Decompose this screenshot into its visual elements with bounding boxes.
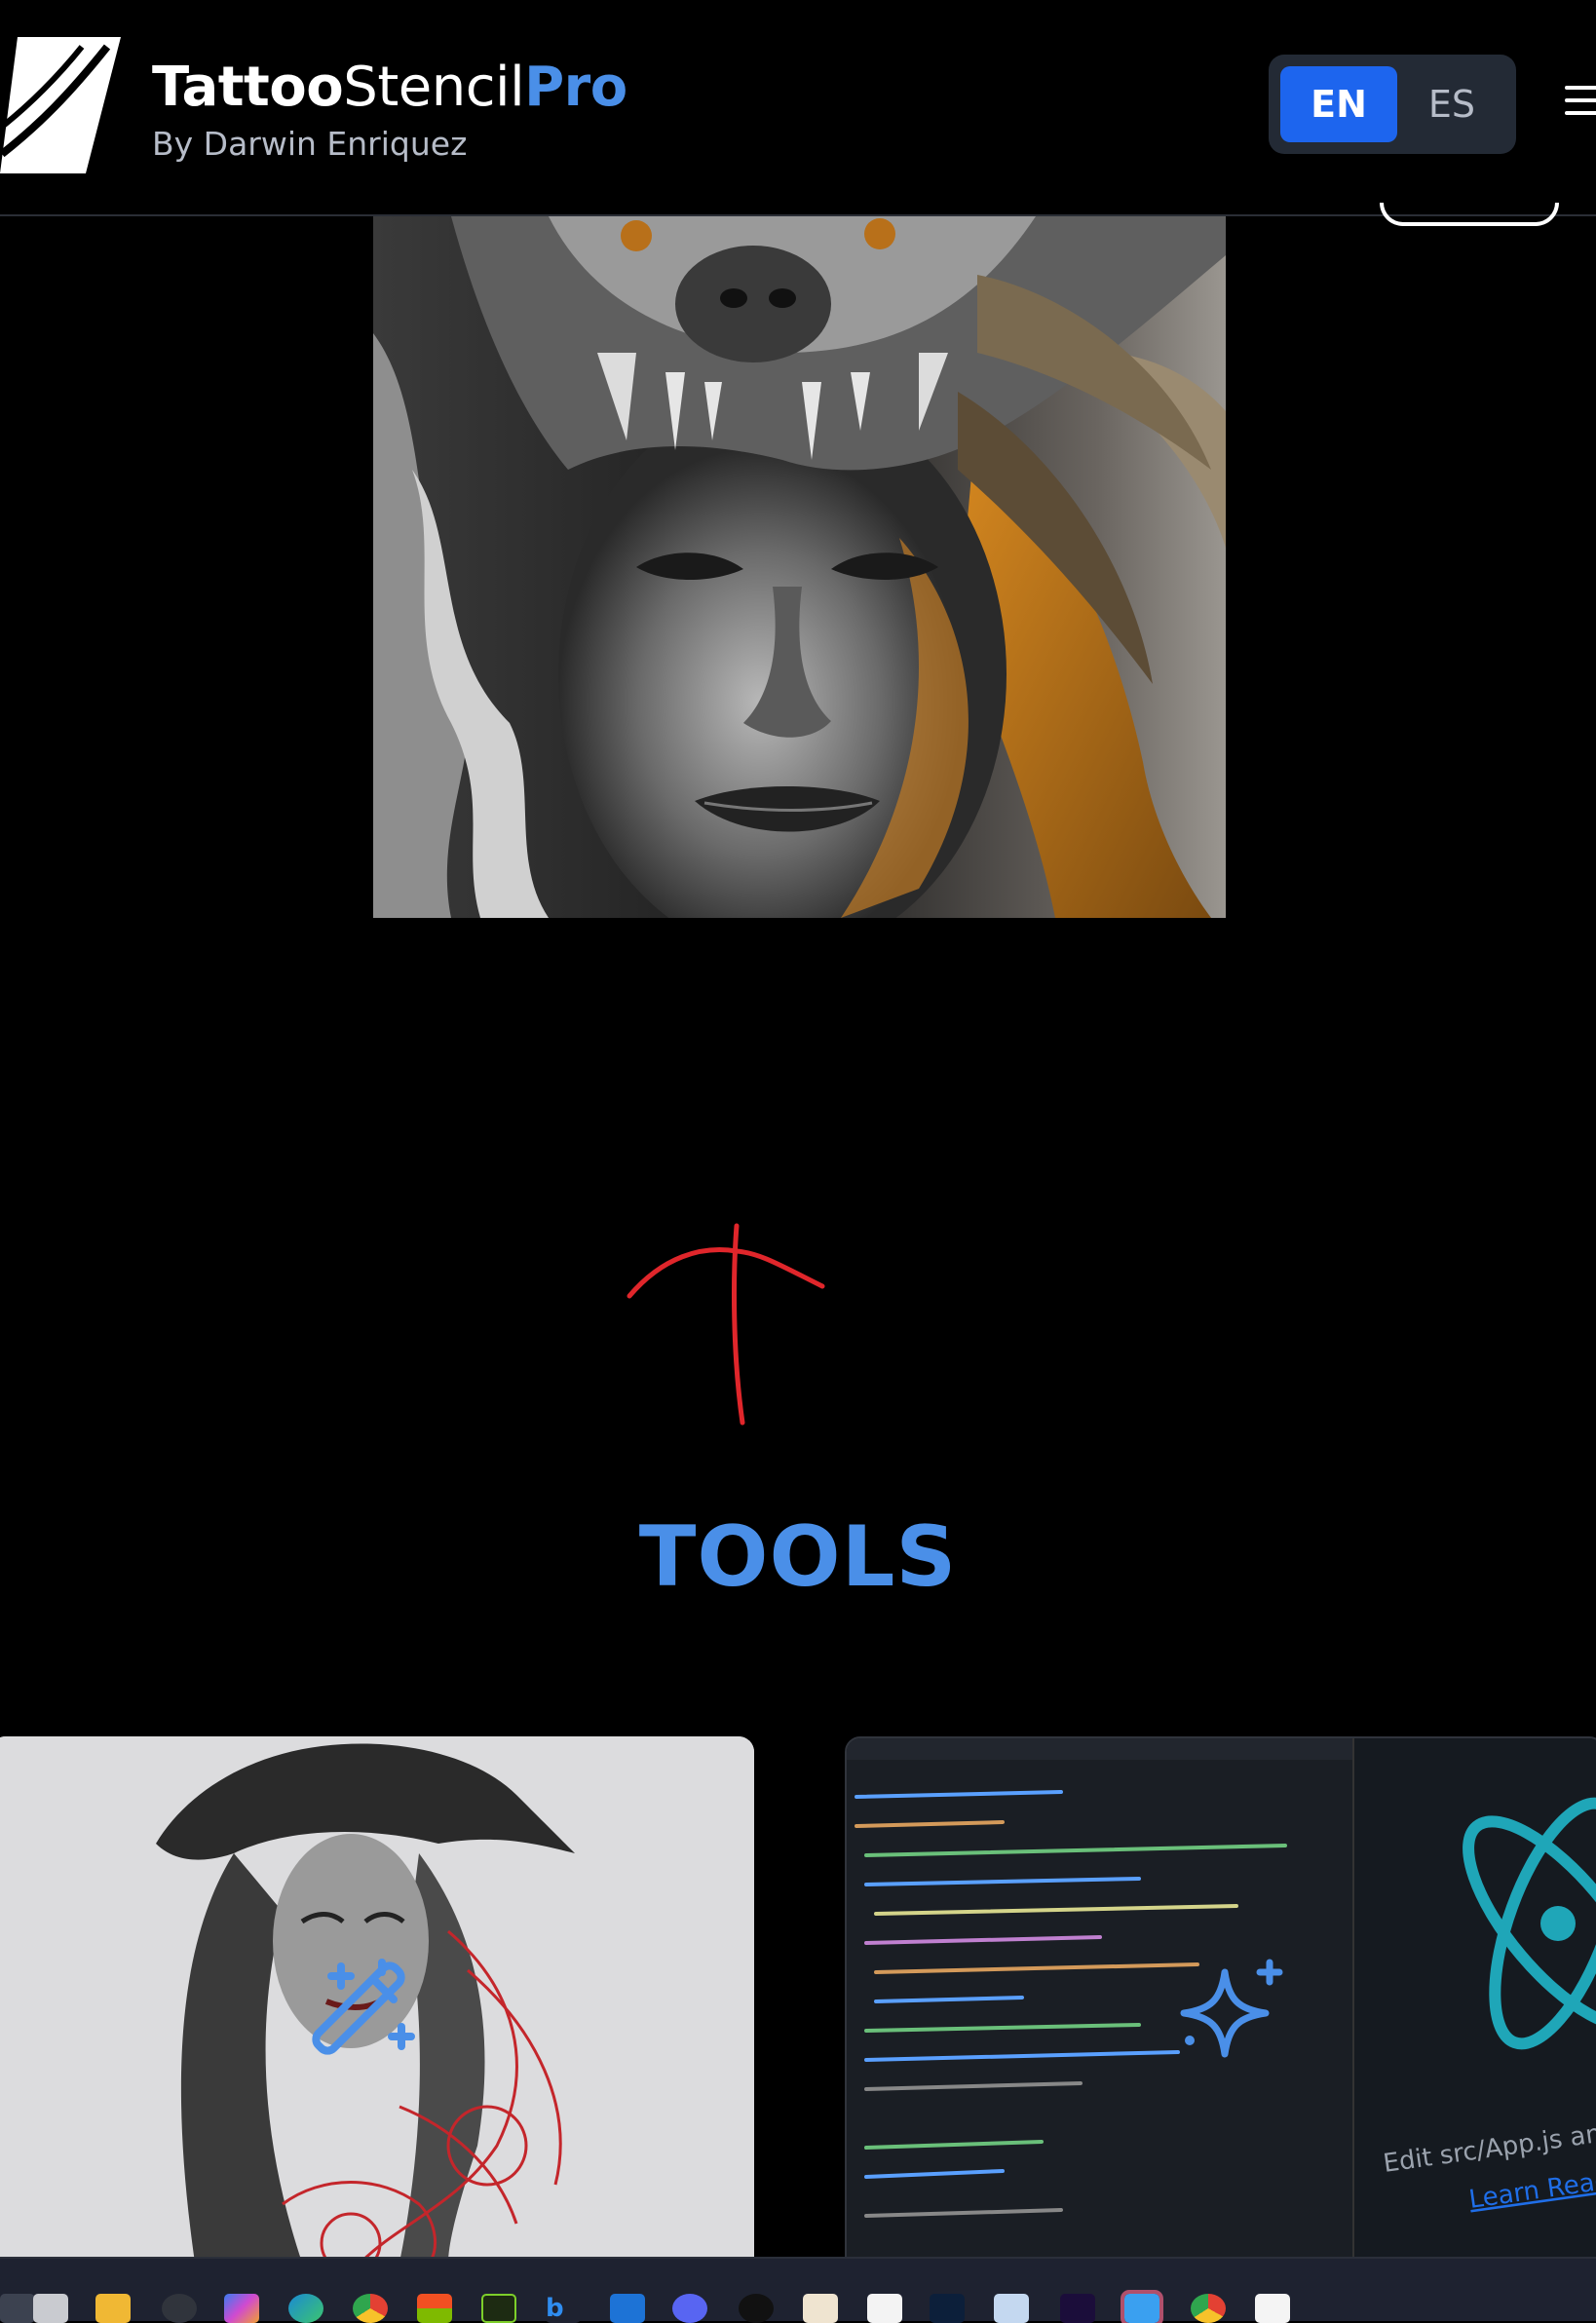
os-taskbar: b xyxy=(0,2257,1596,2323)
app-last-icon[interactable] xyxy=(1255,2294,1290,2323)
site-header: TattooStencilPro By Darwin Enriquez EN E… xyxy=(0,0,1596,226)
premiere-icon[interactable] xyxy=(1060,2294,1095,2323)
photoshop-icon-2[interactable] xyxy=(994,2294,1029,2323)
copilot-icon[interactable] xyxy=(224,2294,259,2323)
brand-stencil: Stencil xyxy=(343,56,525,119)
tool-card-stencil[interactable] xyxy=(0,1736,754,2263)
bing-icon[interactable]: b xyxy=(546,2294,581,2323)
language-toggle: EN ES xyxy=(1269,55,1516,154)
brand-pro: Pro xyxy=(524,56,627,119)
start-icon[interactable] xyxy=(0,2294,35,2323)
app-doc-icon[interactable] xyxy=(803,2294,838,2323)
annotation-arrow-icon xyxy=(627,1223,825,1426)
store-icon[interactable] xyxy=(417,2294,452,2323)
brand-title: TattooStencilPro xyxy=(152,51,627,125)
lang-es-button[interactable]: ES xyxy=(1393,66,1510,142)
outlook-icon[interactable] xyxy=(610,2294,645,2323)
file-explorer-icon[interactable] xyxy=(95,2294,131,2323)
brand-tattoo: Tattoo xyxy=(152,56,344,119)
tiktok-icon[interactable] xyxy=(739,2294,774,2323)
lang-en-button[interactable]: EN xyxy=(1280,66,1397,142)
edge-icon[interactable] xyxy=(288,2294,323,2323)
sparkle-icon[interactable] xyxy=(1178,1955,1285,2062)
brand[interactable]: TattooStencilPro By Darwin Enriquez xyxy=(152,51,627,163)
hero-image xyxy=(373,216,1226,918)
hamburger-menu-icon[interactable] xyxy=(1565,86,1596,125)
dragon-headdress-portrait xyxy=(373,216,1226,918)
chrome-icon[interactable] xyxy=(353,2294,388,2323)
app-green-icon[interactable] xyxy=(481,2294,516,2323)
chrome-2-icon[interactable] xyxy=(1191,2294,1226,2323)
notepad-active-icon[interactable] xyxy=(1121,2290,1163,2323)
logo-icon[interactable] xyxy=(0,37,121,173)
tools-section-title: TOOLS xyxy=(638,1508,958,1606)
notepad-icon[interactable] xyxy=(867,2294,902,2323)
tool-card-code[interactable]: Edit src/App.js and s Learn React xyxy=(845,1736,1596,2263)
app-icon[interactable] xyxy=(162,2294,197,2323)
task-view-icon[interactable] xyxy=(33,2294,68,2323)
brand-subtitle: By Darwin Enriquez xyxy=(152,125,468,163)
photoshop-icon[interactable] xyxy=(930,2294,965,2323)
partial-button[interactable] xyxy=(1380,203,1559,226)
discord-icon[interactable] xyxy=(672,2294,707,2323)
magic-wand-icon[interactable] xyxy=(312,1959,419,2066)
